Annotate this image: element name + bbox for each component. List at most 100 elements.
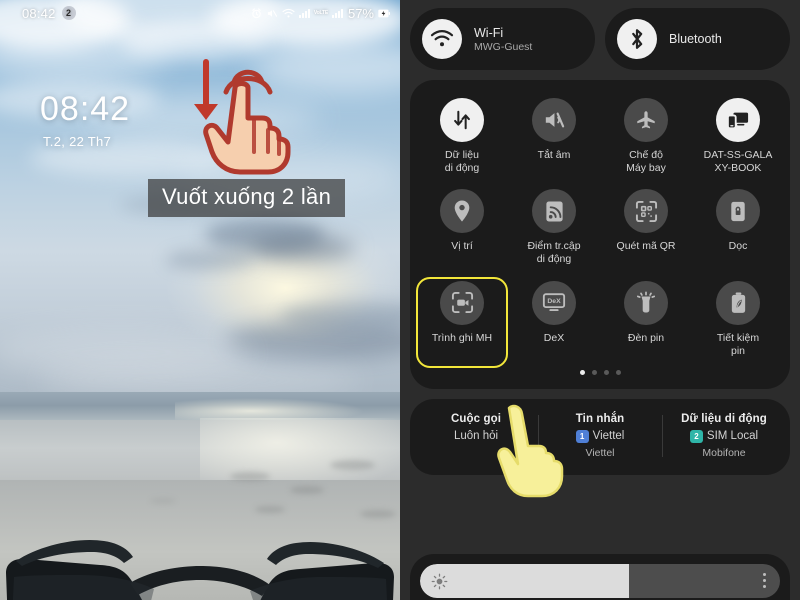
sim-messages-network: Viettel [585,446,615,459]
sim-column-calls[interactable]: Cuộc gọi Luôn hỏi [414,413,538,459]
sim-column-messages[interactable]: Tin nhắn 1 Viettel Viettel [538,413,662,459]
tile-mobile-hotspot[interactable]: Điểm tr.cập di động [508,185,600,276]
swipe-hint-label: Vuốt xuống 2 lần [148,179,346,217]
status-bar-right: VoLTE 57% [251,6,390,21]
page-dot-4[interactable] [615,369,621,375]
battery-percent-label: 57% [347,5,374,21]
tile-label: Tắt âm [537,149,571,161]
sim-messages-header: Tin nhắn [575,412,625,425]
screen-recorder-icon [440,280,484,325]
tile-label: Dữ liệu di động [444,149,480,175]
page-dot-1[interactable] [579,369,585,375]
tile-airplane-mode[interactable]: Chế độ Máy bay [600,94,692,185]
eyeglasses-silhouette [6,539,394,600]
lockscreen-clock-widget: 08:42 T.2, 22 Th7 [40,92,130,149]
sim-messages-value: 1 Viettel [542,429,658,443]
brightness-card [410,554,790,600]
tile-screen-recorder[interactable]: Trình ghi MH [416,276,508,368]
battery-charging-icon [378,9,390,18]
tile-location[interactable]: Vị trí [416,185,508,276]
page-dot-2[interactable] [591,369,597,375]
tile-dex[interactable]: DeX DeX [508,277,600,368]
tile-label: Vị trí [451,240,473,253]
brightness-sun-icon [431,573,448,595]
screenshot-root: 08:42 2 VoLTE 57% 08:42 T.2, 22 Th7 Vuốt… [0,0,800,600]
status-bar-left: 08:42 2 [22,6,76,21]
tile-label: Dọc [728,240,748,253]
tile-row-3: Trình ghi MH DeX DeX Đèn pin Tiết kiệm p… [416,276,784,368]
wifi-pill-text: Wi-Fi MWG-Guest [474,26,532,53]
sim-messages-value-text: Viettel [592,430,625,443]
sim-data-header: Dữ liệu di động [681,412,767,425]
mute-icon [532,98,576,142]
sim-column-mobile-data[interactable]: Dữ liệu di động 2 SIM Local Mobifone [662,413,786,459]
bluetooth-title: Bluetooth [669,32,722,46]
svg-text:DeX: DeX [547,298,561,305]
bluetooth-icon [617,19,657,59]
sim-data-value-text: SIM Local [706,430,759,443]
tile-label: Điểm tr.cập di động [527,240,581,266]
smart-view-icon [716,98,760,142]
tile-mute[interactable]: Tắt âm [508,94,600,185]
tile-row-2: Vị trí Điểm tr.cập di động Quét mã QR Dọ… [416,185,784,276]
sim2-chip-icon: 2 [689,429,703,443]
tile-mobile-data[interactable]: Dữ liệu di động [416,94,508,185]
tile-label: Chế độ Máy bay [626,149,666,175]
hotspot-icon [532,189,576,234]
sim-calls-value: Luôn hỏi [453,429,499,442]
connectivity-pill-row: Wi-Fi MWG-Guest Bluetooth [410,8,790,70]
dex-icon: DeX [532,280,576,325]
sim-settings-card: Cuộc gọi Luôn hỏi Tin nhắn 1 Viettel Vie… [410,398,790,475]
wifi-icon [422,19,462,59]
arrow-down-icon [194,59,218,120]
lockscreen-date: T.2, 22 Th7 [43,134,112,149]
lockscreen-time: 08:42 [40,90,131,128]
airplane-icon [624,98,668,142]
bluetooth-pill[interactable]: Bluetooth [605,8,790,70]
tile-page-indicator[interactable] [416,369,784,375]
rotation-lock-icon [716,189,760,234]
brightness-menu-icon[interactable] [763,573,766,588]
sim-data-value: 2 SIM Local [666,429,782,443]
signal-bars-icon [298,8,310,18]
status-bar: 08:42 2 VoLTE 57% [0,0,400,26]
signal-bars-2-icon [331,8,343,18]
wifi-pill[interactable]: Wi-Fi MWG-Guest [410,8,595,70]
lock-screen[interactable]: 08:42 2 VoLTE 57% 08:42 T.2, 22 Th7 Vuốt… [0,0,400,600]
sim-calls-header: Cuộc gọi [451,412,501,425]
tile-row-1: Dữ liệu di động Tắt âm Chế độ Máy bay DA… [416,94,784,185]
mute-icon [266,8,278,19]
quick-settings-panel[interactable]: Wi-Fi MWG-Guest Bluetooth Dữ liệu di độn… [400,0,800,600]
tile-label: Quét mã QR [616,240,676,253]
flashlight-icon [624,280,668,325]
tile-smart-view[interactable]: DAT-SS-GALA XY-BOOK [692,94,784,185]
tile-label: DAT-SS-GALA XY-BOOK [703,149,773,175]
tile-power-saving[interactable]: Tiết kiệm pin [692,277,784,368]
quick-tiles-card: Dữ liệu di động Tắt âm Chế độ Máy bay DA… [410,80,790,389]
notification-count-badge: 2 [61,6,76,20]
volte-icon: VoLTE [313,9,328,16]
swipe-down-hand-icon [194,59,291,175]
tile-flashlight[interactable]: Đèn pin [600,277,692,368]
qr-scan-icon [624,189,668,234]
wifi-icon [282,8,295,19]
status-bar-clock: 08:42 [22,5,56,21]
tile-rotation-lock[interactable]: Dọc [692,185,784,276]
bluetooth-pill-text: Bluetooth [669,32,722,46]
tile-label: DeX [543,331,565,344]
mobile-data-icon [440,98,484,142]
tile-label: Đèn pin [627,331,665,344]
page-dot-3[interactable] [603,369,609,375]
tile-label: Trình ghi MH [431,331,493,344]
alarm-icon [251,7,262,19]
sim1-chip-icon: 1 [575,429,589,443]
brightness-slider-fill [420,564,629,598]
sim-data-network: Mobifone [702,446,746,459]
wifi-network-name: MWG-Guest [474,40,533,53]
volte-label: VoLTE [313,9,328,16]
location-pin-icon [440,189,484,234]
power-saving-icon [716,280,760,325]
tile-qr-scanner[interactable]: Quét mã QR [600,185,692,276]
brightness-slider[interactable] [420,564,780,598]
tile-label: Tiết kiệm pin [716,331,760,357]
